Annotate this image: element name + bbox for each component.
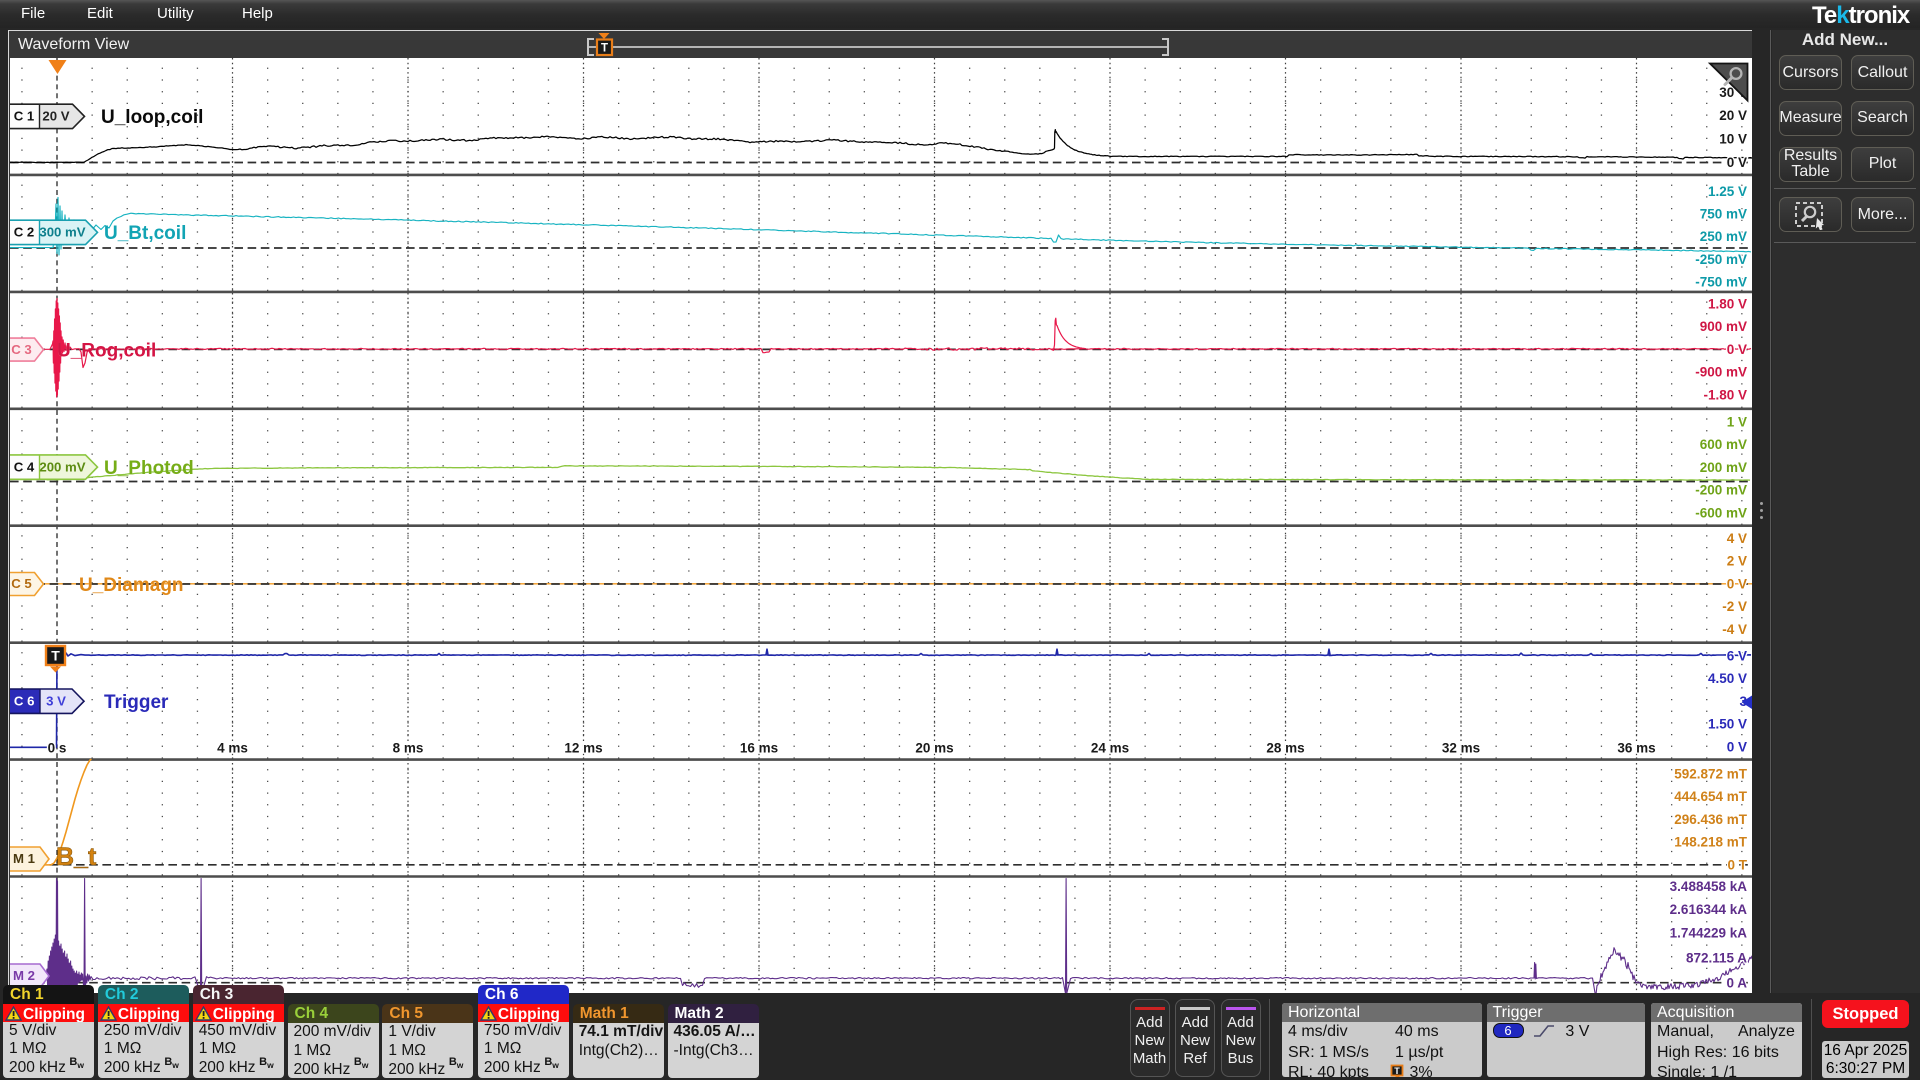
svg-text:0 s: 0 s	[48, 741, 67, 756]
svg-text:C 4: C 4	[14, 459, 35, 474]
svg-text:-4 V: -4 V	[1722, 622, 1747, 637]
svg-text:10 V: 10 V	[1719, 132, 1747, 147]
svg-text:6 V: 6 V	[1727, 649, 1747, 664]
svg-text:C 5: C 5	[11, 576, 32, 591]
svg-text:1.80 V: 1.80 V	[1708, 297, 1747, 312]
svg-text:-900 mV: -900 mV	[1695, 365, 1747, 380]
svg-text:296.436 mT: 296.436 mT	[1674, 812, 1748, 827]
svg-text:0 T: 0 T	[1727, 857, 1747, 872]
svg-text:0 A: 0 A	[1726, 976, 1747, 991]
svg-text:16 ms: 16 ms	[740, 741, 778, 756]
svg-text:20 V: 20 V	[1719, 108, 1747, 123]
svg-text:592.872 mT: 592.872 mT	[1674, 767, 1748, 782]
svg-text:148.218 mT: 148.218 mT	[1674, 835, 1748, 850]
svg-text:600 mV: 600 mV	[1700, 437, 1747, 452]
svg-text:U_Diamagn: U_Diamagn	[79, 575, 184, 596]
svg-text:-200 mV: -200 mV	[1695, 483, 1747, 498]
svg-text:U_Photod: U_Photod	[104, 458, 194, 479]
svg-text:C 3: C 3	[11, 342, 32, 357]
svg-text:4 V: 4 V	[1727, 531, 1747, 546]
svg-text:-1.80 V: -1.80 V	[1703, 387, 1747, 402]
svg-text:444.654 mT: 444.654 mT	[1674, 789, 1748, 804]
svg-text:36 ms: 36 ms	[1617, 741, 1655, 756]
svg-text:Trigger: Trigger	[104, 692, 169, 713]
svg-text:C 1: C 1	[14, 109, 35, 124]
svg-text:T: T	[51, 648, 60, 664]
svg-text:200 mV: 200 mV	[1700, 460, 1747, 475]
svg-text:3 V: 3 V	[46, 694, 66, 709]
svg-text:4.50 V: 4.50 V	[1708, 671, 1747, 686]
svg-text:-750 mV: -750 mV	[1695, 275, 1747, 290]
svg-text:0 V: 0 V	[1727, 342, 1747, 357]
svg-text:20 ms: 20 ms	[915, 741, 953, 756]
svg-text:2.616344 kA: 2.616344 kA	[1670, 902, 1748, 917]
svg-text:32 ms: 32 ms	[1442, 741, 1480, 756]
svg-text:1.25 V: 1.25 V	[1708, 184, 1747, 199]
svg-text:300 mV: 300 mV	[39, 225, 85, 240]
svg-text:1.50 V: 1.50 V	[1708, 717, 1747, 732]
svg-text:B_t: B_t	[56, 843, 97, 871]
svg-text:872.115 A: 872.115 A	[1686, 951, 1747, 966]
svg-text:T: T	[601, 43, 608, 55]
svg-text:-250 mV: -250 mV	[1695, 252, 1747, 267]
svg-text:24 ms: 24 ms	[1091, 741, 1129, 756]
svg-text:750 mV: 750 mV	[1700, 207, 1747, 222]
svg-text:0 V: 0 V	[1727, 155, 1747, 170]
svg-text:U_Bt,coil: U_Bt,coil	[104, 223, 186, 244]
svg-text:0 V: 0 V	[1727, 739, 1747, 754]
svg-text:C 2: C 2	[14, 225, 35, 240]
svg-text:T: T	[1394, 1066, 1400, 1076]
svg-text:12 ms: 12 ms	[564, 741, 602, 756]
svg-text:3.488458 kA: 3.488458 kA	[1670, 879, 1748, 894]
svg-text:28 ms: 28 ms	[1266, 741, 1304, 756]
svg-text:M 2: M 2	[13, 968, 35, 983]
svg-text:U_loop,coil: U_loop,coil	[101, 107, 203, 128]
svg-text:-2 V: -2 V	[1722, 599, 1747, 614]
svg-text:0 V: 0 V	[1727, 576, 1747, 591]
svg-text:900 mV: 900 mV	[1700, 319, 1747, 334]
svg-text:2 V: 2 V	[1727, 554, 1747, 569]
svg-text:M 1: M 1	[13, 851, 35, 866]
svg-text:8 ms: 8 ms	[393, 741, 424, 756]
svg-text:-600 mV: -600 mV	[1695, 505, 1747, 520]
svg-text:C 6: C 6	[14, 694, 35, 709]
svg-text:200 mV: 200 mV	[39, 459, 85, 474]
svg-text:1.744229 kA: 1.744229 kA	[1670, 925, 1748, 940]
svg-text:250 mV: 250 mV	[1700, 229, 1747, 244]
svg-text:1 V: 1 V	[1727, 415, 1747, 430]
svg-text:U_Rog,coil: U_Rog,coil	[57, 341, 156, 362]
svg-text:4 ms: 4 ms	[217, 741, 248, 756]
svg-text:20 V: 20 V	[42, 109, 69, 124]
